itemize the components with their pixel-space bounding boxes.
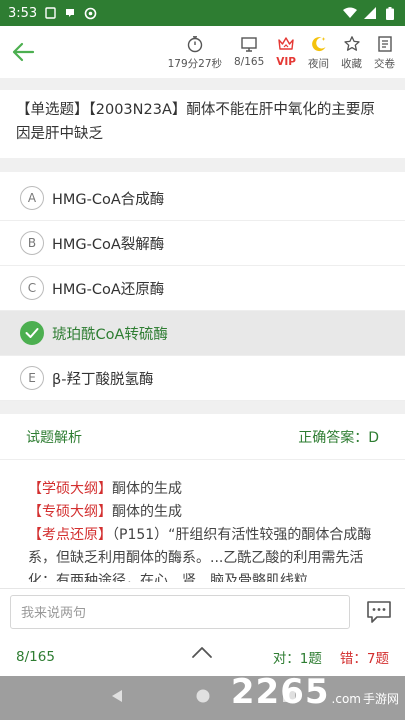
syllabus-text: 酮体的生成: [112, 481, 182, 497]
crown-icon: [277, 34, 295, 54]
option-letter: E: [20, 366, 44, 390]
vip-button[interactable]: VIP: [276, 34, 296, 68]
wrong-count: 错：7题: [339, 651, 389, 667]
watermark-domain: .com: [331, 692, 361, 706]
right-count: 对：1题: [272, 651, 322, 667]
divider: [0, 401, 405, 414]
comment-bar: 我来说两句: [0, 588, 405, 634]
option-a[interactable]: A HMG-CoA合成酶: [0, 176, 405, 221]
correct-answer: 正确答案：D: [298, 429, 379, 446]
wifi-icon: [343, 7, 357, 19]
divider: [0, 78, 405, 90]
progress-label: 8/165: [234, 55, 265, 68]
expand-button[interactable]: [190, 644, 214, 664]
watermark-number: 2265: [230, 672, 330, 712]
watermark-site: 手游网: [362, 692, 399, 706]
timer-item: 179分27秒: [168, 34, 222, 71]
option-d[interactable]: 琥珀酰CoA转硫酶: [0, 311, 405, 356]
back-arrow-icon: [12, 42, 35, 62]
circle-home-icon: [196, 689, 209, 703]
comment-input[interactable]: 我来说两句: [10, 594, 350, 629]
option-letter: A: [20, 186, 44, 210]
question-text: 【单选题】【2003N23A】酮体不能在肝中氧化的主要原因是肝中缺乏: [16, 102, 375, 142]
analysis-title: 试题解析: [26, 429, 82, 446]
favorite-label: 收藏: [341, 57, 362, 70]
moon-icon: [310, 34, 328, 54]
option-text: HMG-CoA裂解酶: [52, 236, 165, 253]
syllabus-text: 酮体的生成: [112, 504, 182, 520]
notification-icon: [63, 7, 77, 19]
monitor-icon: [240, 34, 258, 54]
option-e[interactable]: E β-羟丁酸脱氢酶: [0, 356, 405, 401]
nav-home-button[interactable]: [195, 688, 211, 708]
star-icon: [343, 34, 361, 54]
chevron-up-icon: [192, 647, 212, 658]
exam-point-tag: 【考点还原】: [28, 527, 112, 543]
syllabus-tag: 【专硕大纲】: [28, 504, 112, 520]
divider: [0, 158, 405, 172]
analysis-line: 【学硕大纲】酮体的生成: [28, 478, 377, 501]
option-text: β-羟丁酸脱氢酶: [52, 371, 154, 388]
nav-back-button[interactable]: [109, 688, 125, 708]
option-c[interactable]: C HMG-CoA还原酶: [0, 266, 405, 311]
option-text: 琥珀酰CoA转硫酶: [52, 326, 168, 343]
night-mode-button[interactable]: 夜间: [308, 34, 329, 71]
option-letter: B: [20, 231, 44, 255]
options-list: A HMG-CoA合成酶 B HMG-CoA裂解酶 C HMG-CoA还原酶 琥…: [0, 176, 405, 401]
document-icon: [376, 34, 394, 54]
analysis-line: 【考点还原】（P151）“肝组织有活性较强的酮体合成酶系，但缺乏利用酮体的酶系。…: [28, 524, 377, 582]
timer-label: 179分27秒: [167, 57, 222, 70]
status-time: 3:53: [8, 5, 38, 21]
favorite-button[interactable]: 收藏: [341, 34, 362, 71]
stopwatch-icon: [186, 34, 204, 54]
analysis-content: 【学硕大纲】酮体的生成 【专硕大纲】酮体的生成 【考点还原】（P151）“肝组织…: [0, 478, 405, 582]
option-letter: C: [20, 276, 44, 300]
syllabus-tag: 【学硕大纲】: [28, 481, 112, 497]
check-icon: [20, 321, 44, 345]
comment-button[interactable]: [363, 597, 395, 627]
battery-icon: [383, 6, 397, 20]
option-text: HMG-CoA合成酶: [52, 191, 165, 208]
back-button[interactable]: [0, 26, 46, 78]
bottom-bar: 8/165 对：1题 错：7题: [0, 638, 405, 676]
sim-icon: [43, 7, 57, 19]
chat-bubble-icon: [367, 600, 391, 623]
watermark-logo: 2265 .com 手游网: [231, 672, 399, 712]
vip-label: VIP: [276, 55, 296, 68]
app-badge-icon: [83, 7, 97, 19]
triangle-back-icon: [111, 690, 122, 702]
analysis-line: 【专硕大纲】酮体的生成: [28, 501, 377, 524]
signal-icon: [363, 7, 377, 19]
option-text: HMG-CoA还原酶: [52, 281, 165, 298]
toolbar: 179分27秒 8/165 VIP 夜间 收藏 交卷: [0, 26, 405, 78]
night-label: 夜间: [308, 57, 329, 70]
submit-button[interactable]: 交卷: [374, 34, 395, 71]
page-indicator: 8/165: [16, 649, 55, 665]
analysis-header: 试题解析 正确答案：D: [0, 414, 405, 460]
answer-sheet-button[interactable]: 8/165: [234, 34, 264, 68]
option-b[interactable]: B HMG-CoA裂解酶: [0, 221, 405, 266]
submit-label: 交卷: [374, 57, 395, 70]
status-bar: 3:53: [0, 0, 405, 26]
